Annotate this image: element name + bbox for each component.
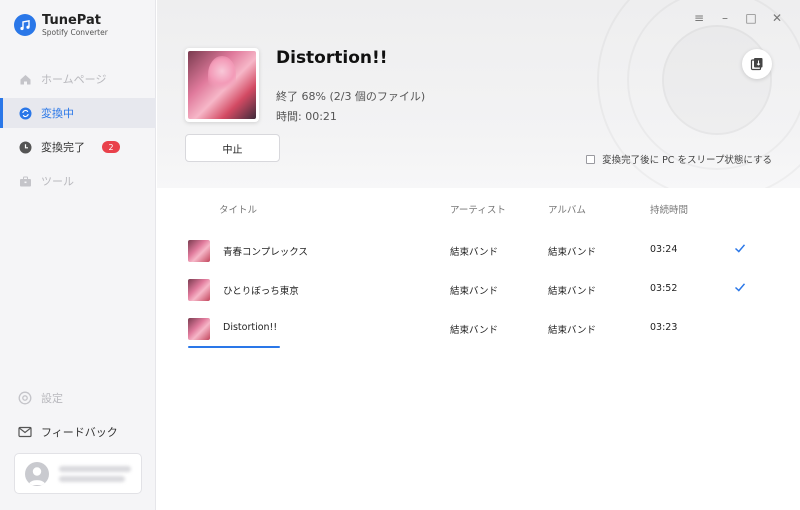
- brand: TunePat Spotify Converter: [14, 14, 108, 37]
- minimize-icon[interactable]: –: [716, 10, 734, 26]
- output-folder-icon: [750, 58, 763, 71]
- track-thumbnail: [188, 279, 210, 301]
- column-artist: アーティスト: [450, 205, 506, 216]
- done-check-icon: [734, 283, 746, 292]
- conversion-progress-text: 終了 68% (2/3 個のファイル): [276, 90, 426, 103]
- window-controls: ≡ – □ ✕: [682, 10, 786, 26]
- sidebar-item-tools[interactable]: ツール: [0, 166, 156, 196]
- account-card[interactable]: [14, 453, 142, 494]
- sidebar-item-feedback[interactable]: フィードバック: [0, 417, 156, 447]
- home-icon: [18, 72, 32, 86]
- sidebar-item-label: ツール: [41, 175, 74, 188]
- gear-icon: [18, 391, 32, 405]
- sidebar-item-label: 変換中: [41, 107, 74, 120]
- now-converting-title: Distortion!!: [276, 48, 388, 68]
- avatar: [25, 461, 49, 486]
- converted-count-badge: 2: [102, 141, 120, 153]
- app-name: TunePat: [42, 13, 101, 28]
- sidebar-item-home[interactable]: ホームページ: [0, 64, 156, 94]
- track-table-header: タイトル アーティスト アルバム 持続時間: [157, 188, 800, 228]
- track-thumbnail: [188, 240, 210, 262]
- toolbox-icon: [18, 174, 32, 188]
- sleep-checkbox[interactable]: [586, 154, 596, 164]
- maximize-icon[interactable]: □: [742, 10, 760, 26]
- track-artist: 結束バンド: [450, 286, 498, 297]
- track-title: 青春コンプレックス: [223, 247, 308, 258]
- sidebar-item-label: 設定: [41, 392, 63, 405]
- sidebar-item-converted[interactable]: 変換完了 2: [0, 132, 156, 162]
- now-converting-header: ≡ – □ ✕ Distortion!! 終了 68% (2/3 個のファイル)…: [157, 0, 800, 188]
- open-output-folder-button[interactable]: [742, 49, 772, 79]
- track-artist: 結束バンド: [450, 325, 498, 336]
- album-art: [188, 51, 256, 119]
- track-duration: 03:52: [650, 283, 678, 294]
- track-album: 結束バンド: [548, 247, 596, 258]
- account-info-blurred: [59, 462, 131, 486]
- sidebar-item-converting[interactable]: 変換中: [0, 98, 156, 128]
- track-title: Distortion!!: [223, 322, 278, 333]
- sidebar-item-label: ホームページ: [41, 73, 107, 86]
- track-artist: 結束バンド: [450, 247, 498, 258]
- converting-icon: [18, 106, 32, 120]
- table-row[interactable]: 青春コンプレックス 結束バンド 結束バンド 03:24: [157, 232, 800, 270]
- stop-button[interactable]: 中止: [185, 134, 280, 162]
- done-check-icon: [734, 244, 746, 253]
- sidebar-item-settings[interactable]: 設定: [0, 383, 156, 413]
- album-cover: [185, 48, 259, 122]
- track-conversion-progress-bar: [188, 346, 280, 348]
- table-row[interactable]: Distortion!! 結束バンド 結束バンド 03:23: [157, 310, 800, 348]
- elapsed-time: 時間: 00:21: [276, 110, 337, 123]
- column-duration: 持続時間: [650, 205, 689, 216]
- app-subtitle: Spotify Converter: [42, 28, 108, 37]
- track-title: ひとりぼっち東京: [223, 286, 299, 297]
- sidebar-item-label: 変換完了: [41, 141, 85, 154]
- table-row[interactable]: ひとりぼっち東京 結束バンド 結束バンド 03:52: [157, 271, 800, 309]
- track-album: 結束バンド: [548, 286, 596, 297]
- track-album: 結束バンド: [548, 325, 596, 336]
- user-icon: [28, 466, 46, 485]
- sleep-label: 変換完了後に PC をスリープ状態にする: [602, 155, 772, 166]
- close-icon[interactable]: ✕: [768, 10, 786, 26]
- sidebar: TunePat Spotify Converter ホームページ 変換中 変換完…: [0, 0, 156, 510]
- track-thumbnail: [188, 318, 210, 340]
- column-album: アルバム: [548, 205, 586, 216]
- menu-icon[interactable]: ≡: [690, 10, 708, 26]
- track-duration: 03:24: [650, 244, 678, 255]
- column-title: タイトル: [219, 205, 258, 216]
- tunepat-logo-icon: [14, 14, 36, 37]
- decorative-vinyl: [662, 25, 772, 135]
- clock-icon: [18, 140, 32, 154]
- mail-icon: [18, 425, 32, 439]
- track-duration: 03:23: [650, 322, 678, 333]
- sleep-after-convert-option[interactable]: 変換完了後に PC をスリープ状態にする: [586, 152, 772, 166]
- sidebar-item-label: フィードバック: [41, 426, 118, 439]
